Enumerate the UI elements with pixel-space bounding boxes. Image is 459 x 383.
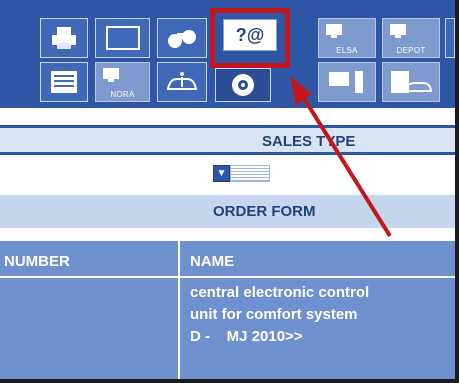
app-window: ?@ ELSA DEPOT NORA SALES TYPE ▼ ORDER FO… [0,0,459,383]
annotation-arrow [290,76,392,238]
